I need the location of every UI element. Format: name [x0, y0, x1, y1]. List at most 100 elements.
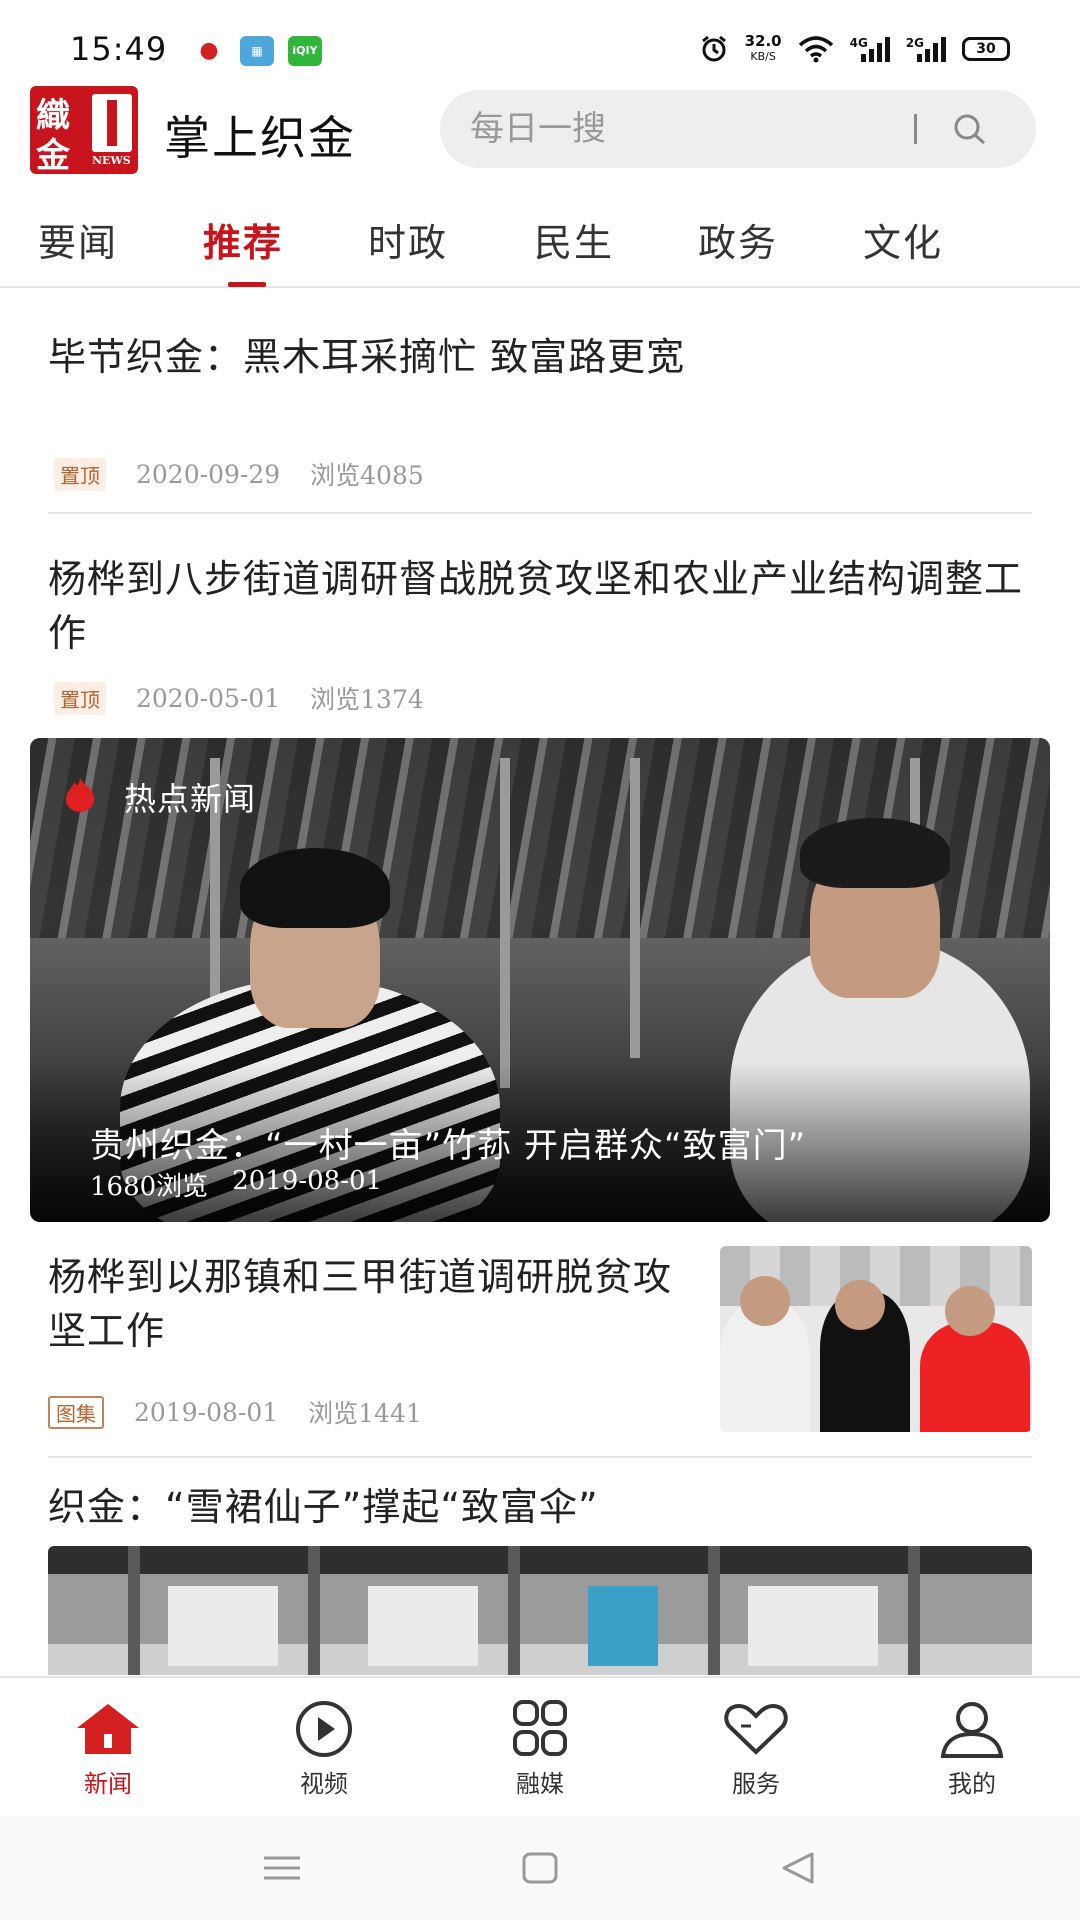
list-item[interactable]: 毕节织金：黑木耳采摘忙 致富路更宽 — [48, 330, 1032, 384]
thumb-face — [945, 1286, 995, 1336]
article-date: 2020-09-29 — [136, 459, 281, 489]
image-pole — [128, 1546, 140, 1675]
image-pole — [708, 1546, 720, 1675]
search-icon[interactable] — [950, 110, 990, 150]
tab-zhengwu[interactable]: 政务 — [698, 212, 778, 267]
image-fungus — [748, 1586, 878, 1666]
nav-service-label: 服务 — [732, 1770, 780, 1798]
home-icon — [77, 1704, 139, 1754]
image-pole — [308, 1546, 320, 1675]
nav-service[interactable]: 服务 — [686, 1698, 826, 1799]
logo-char-2: 金 — [36, 136, 70, 176]
news-feed[interactable]: 毕节织金：黑木耳采摘忙 致富路更宽 置顶 2020-09-29 浏览4085 杨… — [0, 290, 1080, 1675]
back-icon[interactable] — [776, 1848, 820, 1888]
search-bar[interactable] — [440, 90, 1036, 168]
article-thumbnail[interactable] — [720, 1246, 1032, 1432]
image-fungus — [368, 1586, 478, 1666]
divider — [48, 1456, 1032, 1458]
alarm-icon — [701, 35, 726, 62]
article-title: 杨桦到八步街道调研督战脱贫攻坚和农业产业结构调整工作 — [48, 557, 1024, 655]
article-views: 浏览1374 — [310, 685, 424, 714]
article-date: 2019-08-01 — [134, 1397, 279, 1427]
nav-video-label: 视频 — [300, 1770, 348, 1798]
hero-hair-left — [240, 848, 390, 928]
tab-yaowen[interactable]: 要闻 — [38, 212, 118, 267]
nav-me[interactable]: 我的 — [902, 1698, 1042, 1799]
active-tab-indicator — [228, 282, 266, 287]
image-fungus — [168, 1586, 278, 1666]
nav-media[interactable]: 融媒 — [470, 1698, 610, 1799]
fire-icon — [66, 778, 94, 812]
grid-icon — [513, 1700, 567, 1756]
gallery-badge: 图集 — [48, 1395, 104, 1429]
hero-views: 1680浏览 — [90, 1172, 209, 1202]
status-app-icons: ● ▦ iQIY — [192, 36, 322, 66]
category-tabs: 要闻 推荐 时政 民生 政务 文化 — [0, 200, 1080, 288]
net-speed: 32.0 KB/S — [745, 34, 782, 64]
hero-image-pole — [630, 758, 640, 1058]
map-pin-app-icon: ● — [192, 36, 226, 66]
pinned-badge: 置顶 — [54, 457, 106, 491]
logo-sub: NEWS — [92, 154, 131, 167]
divider — [48, 512, 1032, 514]
status-time: 15:49 — [70, 30, 168, 68]
list-item[interactable]: 杨桦到以那镇和三甲街道调研脱贫攻坚工作 — [48, 1250, 688, 1358]
nav-me-label: 我的 — [948, 1770, 996, 1798]
iqiyi-app-icon: iQIY — [288, 36, 322, 66]
hot-news-banner[interactable]: 热点新闻 贵州织金：“一村一亩”竹荪 开启群众“致富门” 1680浏览 2019… — [30, 738, 1050, 1222]
list-item[interactable]: 织金：“雪裙仙子”撑起“致富伞” — [48, 1480, 1032, 1534]
list-item[interactable]: 杨桦到八步街道调研督战脱贫攻坚和农业产业结构调整工作 — [48, 552, 1032, 660]
home-square-icon[interactable] — [518, 1848, 562, 1888]
hero-date: 2019-08-01 — [232, 1166, 383, 1196]
article-title: 杨桦到以那镇和三甲街道调研脱贫攻坚工作 — [48, 1255, 673, 1353]
image-person — [588, 1586, 658, 1666]
hero-hair-right — [800, 818, 950, 888]
image-pole — [908, 1546, 920, 1675]
app-title: 掌上织金 — [164, 111, 356, 165]
nav-video[interactable]: 视频 — [254, 1698, 394, 1799]
signal-4g-icon: 4G — [850, 36, 890, 62]
article-views: 浏览1441 — [308, 1399, 422, 1428]
search-input[interactable] — [470, 106, 910, 152]
status-bar: 15:49 ● ▦ iQIY 32.0 KB/S 4G 2G 30 — [0, 0, 1080, 80]
article-meta: 置顶 2020-09-29 浏览4085 — [54, 456, 424, 492]
play-circle-icon — [296, 1701, 352, 1757]
app-header: 織 金 NEWS 掌上织金 — [0, 80, 1080, 180]
wifi-icon — [798, 36, 833, 63]
status-indicators: 32.0 KB/S 4G 2G 30 — [699, 34, 1010, 64]
hot-news-label: 热点新闻 — [124, 780, 257, 818]
signal-4g-label: 4G — [849, 36, 868, 50]
battery-icon: 30 — [962, 37, 1010, 61]
article-image[interactable] — [48, 1546, 1032, 1675]
tab-minsheng[interactable]: 民生 — [534, 212, 614, 267]
tab-tuijian[interactable]: 推荐 — [203, 212, 283, 267]
menu-icon[interactable] — [260, 1848, 304, 1888]
hero-image-pole — [500, 758, 510, 1088]
bottom-nav: 新闻 视频 融媒 服务 我的 — [0, 1676, 1080, 1816]
heart-icon — [724, 1703, 788, 1755]
article-meta: 图集 2019-08-01 浏览1441 — [48, 1394, 422, 1430]
search-divider — [914, 114, 917, 144]
net-speed-value: 32.0 — [744, 32, 782, 50]
nav-news-label: 新闻 — [84, 1770, 132, 1798]
signal-2g-icon: 2G — [906, 36, 946, 62]
signal-2g-label: 2G — [905, 36, 924, 50]
nav-news[interactable]: 新闻 — [38, 1698, 178, 1799]
article-title: 毕节织金：黑木耳采摘忙 致富路更宽 — [48, 335, 686, 379]
gift-app-icon: ▦ — [240, 36, 274, 66]
logo-tower-icon — [92, 94, 132, 152]
article-date: 2020-05-01 — [136, 683, 281, 713]
thumb-person — [920, 1322, 1030, 1432]
image-pole — [508, 1546, 520, 1675]
hero-meta: 1680浏览 2019-08-01 — [90, 1166, 382, 1203]
tab-shizheng[interactable]: 时政 — [368, 212, 448, 267]
tab-wenhua[interactable]: 文化 — [863, 212, 943, 267]
system-nav-bar — [0, 1816, 1080, 1920]
nav-media-label: 融媒 — [516, 1770, 564, 1798]
thumb-face — [740, 1276, 790, 1326]
thumb-face — [835, 1280, 885, 1330]
net-speed-unit: KB/S — [750, 50, 776, 63]
hero-title: 贵州织金：“一村一亩”竹荪 开启群众“致富门” — [90, 1126, 807, 1166]
app-logo[interactable]: 織 金 NEWS — [30, 86, 138, 176]
user-icon — [940, 1702, 1004, 1758]
